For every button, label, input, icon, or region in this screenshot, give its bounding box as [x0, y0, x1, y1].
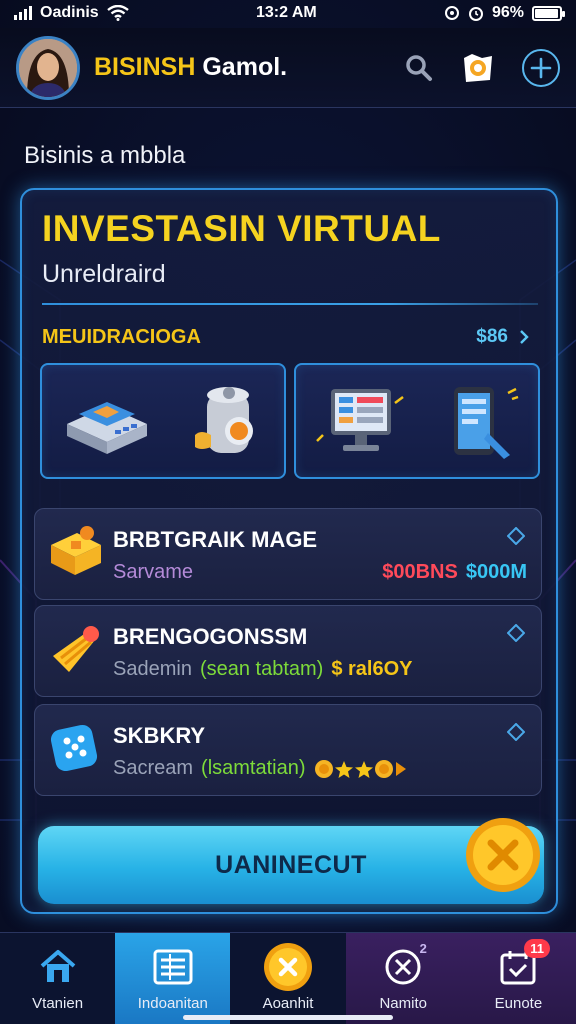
app-title-brand: BISINSH	[94, 53, 196, 81]
card-title: INVESTASIN VIRTUAL	[42, 208, 441, 249]
gold-coin-icon[interactable]	[464, 816, 542, 894]
list-icon	[153, 949, 193, 985]
nav-label: Indoanitan	[137, 995, 208, 1012]
notifications-button[interactable]	[460, 50, 496, 86]
cone-icon	[53, 626, 99, 672]
avatar-portrait	[19, 38, 77, 97]
diamond-icon	[507, 624, 525, 642]
notification-icon	[464, 53, 492, 82]
diamond-icon	[507, 723, 525, 741]
coin-icon	[264, 943, 312, 991]
page-heading: Bisinis a mbbla	[24, 142, 186, 169]
diamond-icon	[507, 527, 525, 545]
app-header: BISINSH Gamol.	[0, 28, 576, 108]
investment-card: INVESTASIN VIRTUAL Unreldraird MEUIDRACI…	[20, 188, 558, 914]
home-indicator	[183, 1015, 393, 1020]
cross-circle-icon	[385, 949, 421, 985]
nav-item-list[interactable]: Indoanitan	[115, 933, 231, 1024]
plus-icon	[530, 57, 552, 78]
nav-badge: 2	[419, 941, 427, 956]
avatar[interactable]	[16, 35, 80, 100]
card-subtitle: Unreldraird	[42, 260, 166, 288]
nav-label: Namito	[379, 995, 427, 1012]
rewards-icon	[314, 759, 406, 778]
card-divider	[42, 303, 538, 305]
chevron-right-icon	[520, 330, 529, 344]
item-value-red: $00BNS	[382, 561, 458, 583]
crate-icon	[51, 526, 101, 575]
item-subtitle: Sademin	[113, 658, 192, 680]
item-subtitle-green: (lsamtatian)	[201, 757, 306, 779]
item-name: BRENGOGONSSM	[113, 624, 308, 649]
list-item[interactable]: BRENGOGONSSM Sademin (sean tabtam) $ ral…	[34, 605, 542, 697]
signal-icon	[14, 6, 32, 20]
nav-label: Aoanhit	[262, 995, 314, 1012]
dice-icon	[50, 724, 98, 772]
nav-label: Eunote	[494, 995, 543, 1012]
carrier-name: Oadinis	[40, 4, 99, 21]
section-label: MEUIDRACIOGA	[42, 326, 201, 348]
nav-item-home[interactable]: Vtanien	[0, 933, 115, 1024]
list-item[interactable]: SKBKRY Sacream (lsamtatian)	[34, 704, 542, 796]
item-name: BRBTGRAIK MAGE	[113, 527, 318, 552]
battery-percent: 96%	[491, 4, 524, 21]
item-name: SKBKRY	[113, 723, 206, 748]
battery-icon	[531, 5, 565, 21]
phone-icon	[453, 387, 518, 459]
list-item[interactable]: BRBTGRAIK MAGE Sarvame $00BNS $000M	[34, 508, 542, 600]
add-button[interactable]	[522, 48, 560, 87]
status-bar: Oadinis 13:2 AM 96%	[0, 0, 576, 26]
clock: 13:2 AM	[255, 4, 317, 21]
search-button[interactable]	[404, 53, 434, 83]
alarm-icon	[468, 7, 483, 21]
item-value-blue: $000M	[465, 561, 527, 583]
asset-tile-devices[interactable]	[294, 363, 540, 479]
wifi-icon	[106, 5, 129, 21]
item-subtitle: Sarvame	[113, 561, 194, 583]
home-icon	[40, 950, 75, 982]
nav-badge: 11	[524, 939, 551, 958]
app-title: BISINSH Gamol.	[94, 53, 287, 82]
nav-item-center[interactable]: Aoanhit	[230, 933, 345, 1024]
location-icon	[444, 6, 459, 20]
asset-tile-machines[interactable]	[40, 363, 286, 479]
item-subtitle: Sacream	[113, 757, 194, 779]
item-subtitle-green: (sean tabtam)	[199, 658, 324, 680]
bottom-nav: Vtanien Indoanitan Aoanhit 2 Namito 11 E…	[0, 932, 576, 1024]
section-value-link[interactable]: $86	[476, 326, 530, 348]
printer-icon	[67, 402, 147, 454]
nav-item-cancel[interactable]: 2 Namito	[345, 933, 461, 1024]
nav-label: Vtanien	[32, 995, 84, 1012]
app-title-suffix: Gamol.	[202, 53, 288, 81]
coin-machine-icon	[195, 387, 253, 453]
monitor-icon	[315, 389, 404, 451]
item-subtitle-value: $ ral6OY	[331, 658, 413, 680]
section-value: $86	[476, 326, 508, 347]
nav-item-tasks[interactable]: 11 Eunote	[460, 933, 576, 1024]
search-icon	[406, 54, 432, 81]
